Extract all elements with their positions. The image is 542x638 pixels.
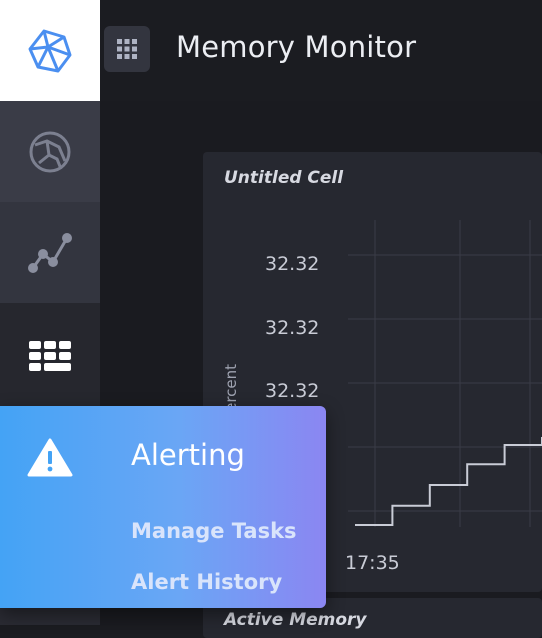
x-tick-label: 17:35 — [345, 552, 400, 574]
alerting-title[interactable]: Alerting — [131, 438, 245, 472]
page-title[interactable]: Memory Monitor — [176, 30, 416, 64]
chart-series — [355, 437, 542, 526]
dashboard-grid-icon[interactable] — [104, 26, 150, 72]
cell-title[interactable]: Untitled Cell — [224, 168, 343, 188]
alert-history-link[interactable]: Alert History — [131, 570, 282, 594]
sidebar-item-alerting[interactable] — [0, 406, 100, 508]
y-tick-label: 32.32 — [265, 253, 319, 275]
graph-icon — [28, 232, 72, 273]
y-tick-label: 32.32 — [265, 380, 319, 402]
series-line — [355, 437, 542, 526]
manage-tasks-link[interactable]: Manage Tasks — [131, 519, 297, 543]
sidebar-item-logo[interactable] — [0, 0, 100, 101]
dashboard-grid-icon — [29, 340, 71, 371]
sidebar-item-data-explorer[interactable] — [0, 101, 100, 202]
cell-title[interactable]: Active Memory — [224, 610, 367, 630]
alert-triangle-icon — [27, 438, 73, 477]
logo-icon — [28, 29, 72, 72]
explore-icon — [29, 131, 71, 172]
sidebar-item-graph[interactable] — [0, 202, 100, 303]
chart-grid — [348, 220, 542, 527]
y-tick-label: 32.32 — [265, 317, 319, 339]
sidebar-item-dashboards[interactable] — [0, 303, 100, 408]
